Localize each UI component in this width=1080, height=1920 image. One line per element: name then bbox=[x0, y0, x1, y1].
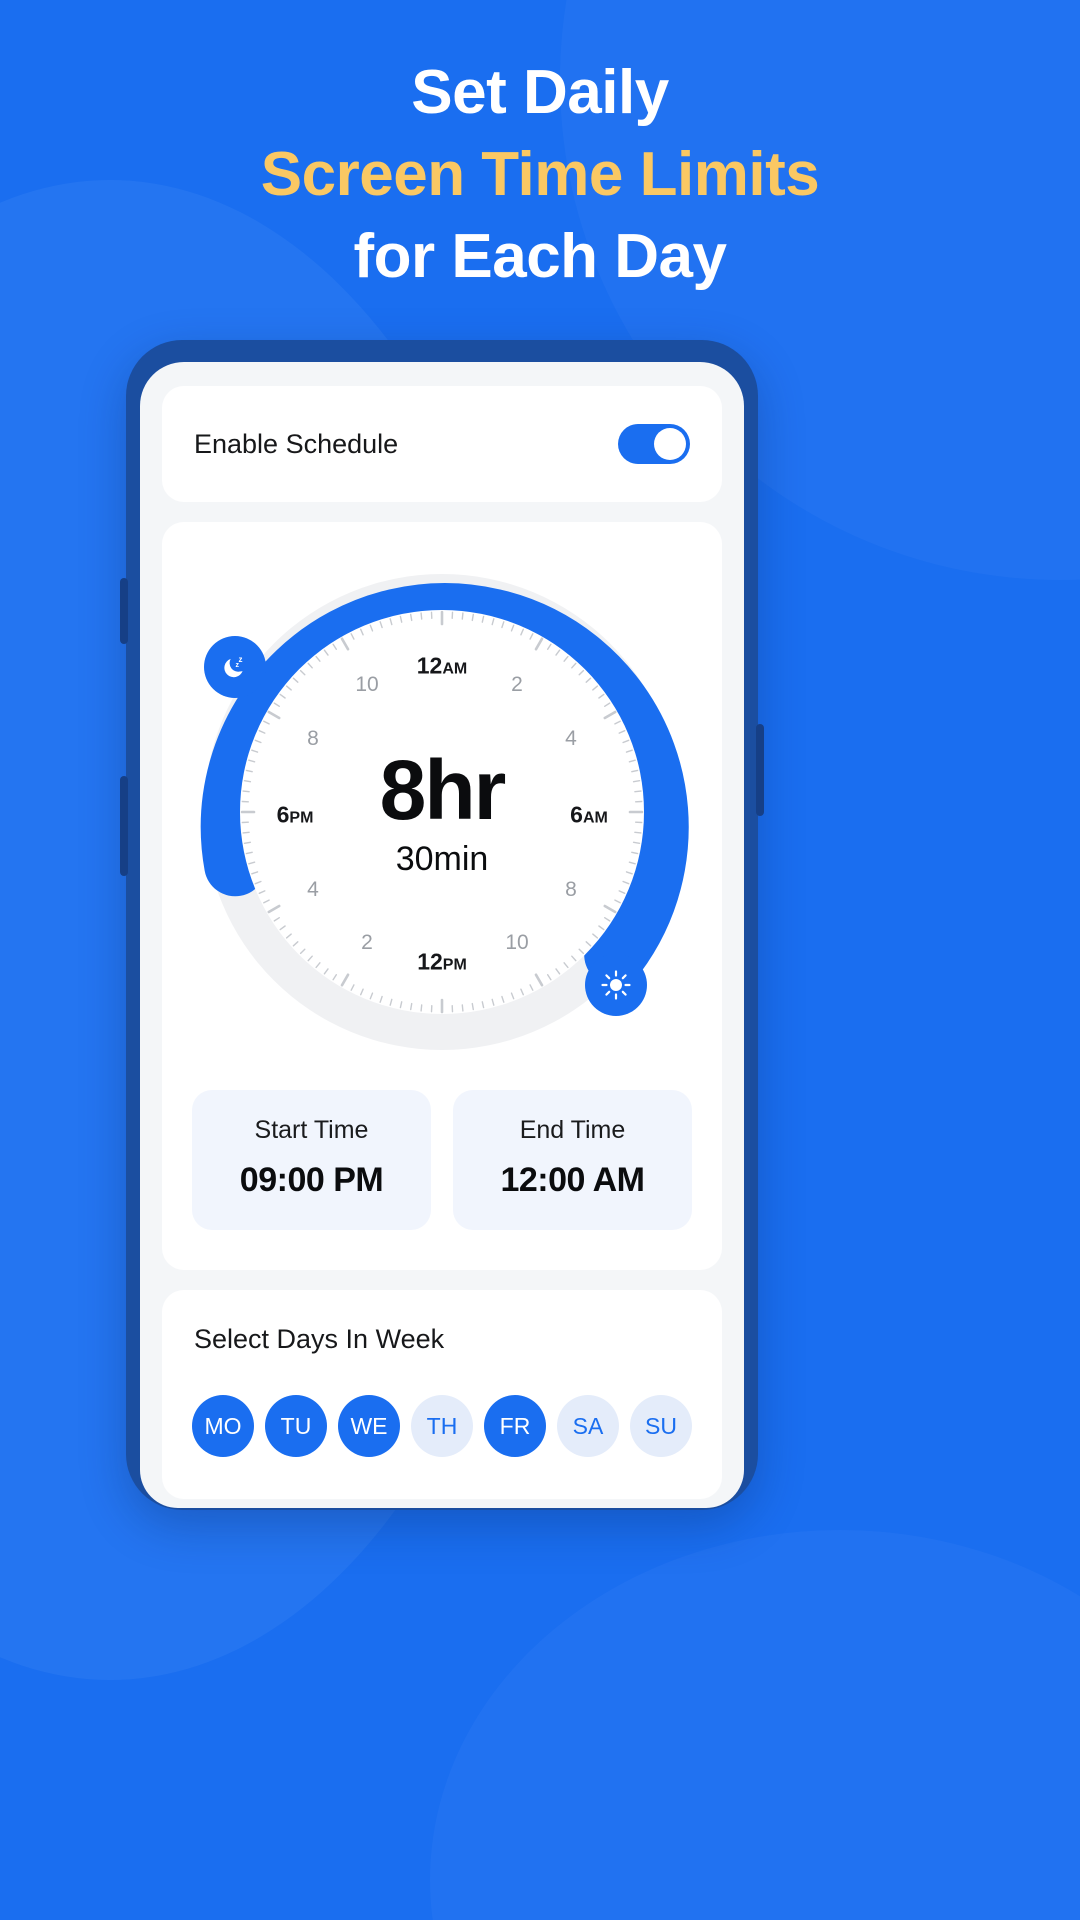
select-days-title: Select Days In Week bbox=[194, 1324, 445, 1354]
promo-headline: Set Daily Screen Time Limits for Each Da… bbox=[0, 52, 1080, 298]
start-handle[interactable]: z z bbox=[204, 636, 266, 698]
day-chip-row: MO TU WE TH FR SA SU bbox=[162, 1395, 722, 1457]
end-handle[interactable] bbox=[585, 954, 647, 1016]
power-button[interactable] bbox=[756, 724, 764, 816]
day-chip-we[interactable]: WE bbox=[338, 1395, 400, 1457]
phone-screen: Enable Schedule 12AM 2 4 6AM 8 10 12PM 2… bbox=[140, 362, 744, 1508]
headline-line-1: Set Daily bbox=[411, 58, 669, 127]
svg-text:z: z bbox=[236, 662, 240, 669]
start-time-value: 09:00 PM bbox=[239, 1161, 384, 1199]
dial-label-12pm: 12PM bbox=[417, 948, 467, 975]
start-time-card[interactable]: Start Time 09:00 PM bbox=[192, 1090, 431, 1230]
background-blob-bottom bbox=[430, 1530, 1080, 1920]
schedule-dial-card: 12AM 2 4 6AM 8 10 12PM 2 4 6PM 8 10 8hr … bbox=[162, 522, 722, 1270]
dial-label-2am: 2 bbox=[511, 673, 523, 696]
day-chip-th[interactable]: TH bbox=[411, 1395, 473, 1457]
duration-hours: 8hr bbox=[379, 743, 507, 837]
dial-label-12am: 12AM bbox=[416, 652, 468, 679]
duration-minutes: 30min bbox=[395, 840, 489, 878]
dial-label-10pm: 10 bbox=[355, 673, 379, 696]
toggle-knob bbox=[654, 428, 686, 460]
time-range-cards: Start Time 09:00 PM End Time 12:00 AM bbox=[162, 1072, 722, 1236]
dial-label-10am: 10 bbox=[505, 931, 529, 954]
enable-schedule-toggle[interactable] bbox=[618, 424, 690, 464]
volume-up-button[interactable] bbox=[120, 578, 128, 644]
end-time-card[interactable]: End Time 12:00 AM bbox=[453, 1090, 692, 1230]
day-chip-fr[interactable]: FR bbox=[484, 1395, 546, 1457]
start-time-caption: Start Time bbox=[254, 1116, 369, 1144]
dial-label-2pm: 2 bbox=[361, 931, 373, 954]
volume-down-button[interactable] bbox=[120, 776, 128, 876]
day-chip-su[interactable]: SU bbox=[630, 1395, 692, 1457]
headline-line-3: for Each Day bbox=[353, 222, 727, 291]
day-chip-sa[interactable]: SA bbox=[557, 1395, 619, 1457]
day-chip-tu[interactable]: TU bbox=[265, 1395, 327, 1457]
end-time-caption: End Time bbox=[519, 1116, 626, 1144]
headline-line-2: Screen Time Limits bbox=[260, 140, 820, 209]
end-time-value: 12:00 AM bbox=[500, 1161, 645, 1199]
sun-icon bbox=[601, 970, 631, 1000]
time-range-dial[interactable]: 12AM 2 4 6AM 8 10 12PM 2 4 6PM 8 10 8hr … bbox=[182, 552, 702, 1072]
phone-mockup: Enable Schedule 12AM 2 4 6AM 8 10 12PM 2… bbox=[120, 340, 764, 1510]
dial-duration-readout: 8hr 30min bbox=[182, 748, 702, 878]
enable-schedule-label: Enable Schedule bbox=[194, 428, 399, 459]
svg-text:z: z bbox=[239, 655, 243, 664]
dial-label-4pm: 4 bbox=[307, 878, 319, 901]
moon-sleep-icon: z z bbox=[224, 655, 243, 678]
day-chip-mo[interactable]: MO bbox=[192, 1395, 254, 1457]
dial-label-8am: 8 bbox=[565, 878, 577, 901]
enable-schedule-row[interactable]: Enable Schedule bbox=[162, 386, 722, 502]
select-days-card: Select Days In Week MO TU WE TH FR SA SU bbox=[162, 1290, 722, 1499]
